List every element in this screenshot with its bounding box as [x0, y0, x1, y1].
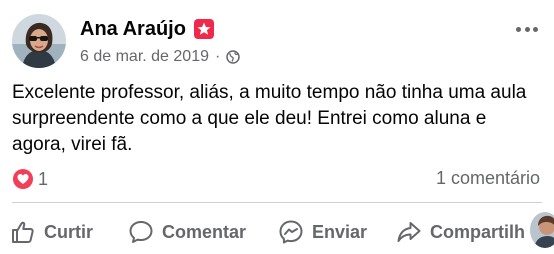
post-card: Ana Araújo 6 de mar. de 2019 · Excelente… [0, 0, 554, 254]
author-line: Ana Araújo [80, 16, 214, 42]
globe-icon[interactable] [226, 50, 241, 64]
author-name[interactable]: Ana Araújo [80, 18, 186, 41]
current-user-avatar[interactable] [530, 212, 554, 248]
avatar-photo-icon [12, 14, 66, 68]
share-label: Compartilh [430, 221, 524, 242]
comment-button[interactable]: Comentar [128, 212, 246, 252]
like-label: Curtir [44, 221, 93, 242]
more-options-icon[interactable] [516, 26, 538, 32]
meta-separator: · [214, 48, 221, 65]
divider [12, 202, 542, 203]
action-bar: Curtir Comentar Enviar Compartilh [0, 212, 554, 252]
messenger-icon [279, 220, 303, 244]
share-arrow-icon [397, 222, 421, 242]
post-meta: 6 de mar. de 2019 · [80, 48, 241, 66]
user-photo-icon [530, 212, 554, 248]
post-date[interactable]: 6 de mar. de 2019 [80, 48, 209, 66]
comments-count[interactable]: 1 comentário [436, 168, 540, 189]
thumbs-up-icon [12, 221, 34, 243]
love-icon [12, 168, 34, 190]
reaction-count: 1 [38, 168, 49, 189]
reactions-summary[interactable]: 1 [12, 168, 48, 190]
star-badge-icon [193, 19, 214, 39]
share-button[interactable]: Compartilh [396, 212, 524, 252]
comment-label: Comentar [162, 221, 247, 242]
send-label: Enviar [312, 221, 368, 242]
comment-icon [129, 221, 153, 243]
post-text: Excelente professor, aliás, a muito temp… [12, 82, 527, 155]
send-button[interactable]: Enviar [278, 212, 367, 252]
author-avatar[interactable] [12, 14, 66, 68]
like-button[interactable]: Curtir [10, 212, 93, 252]
